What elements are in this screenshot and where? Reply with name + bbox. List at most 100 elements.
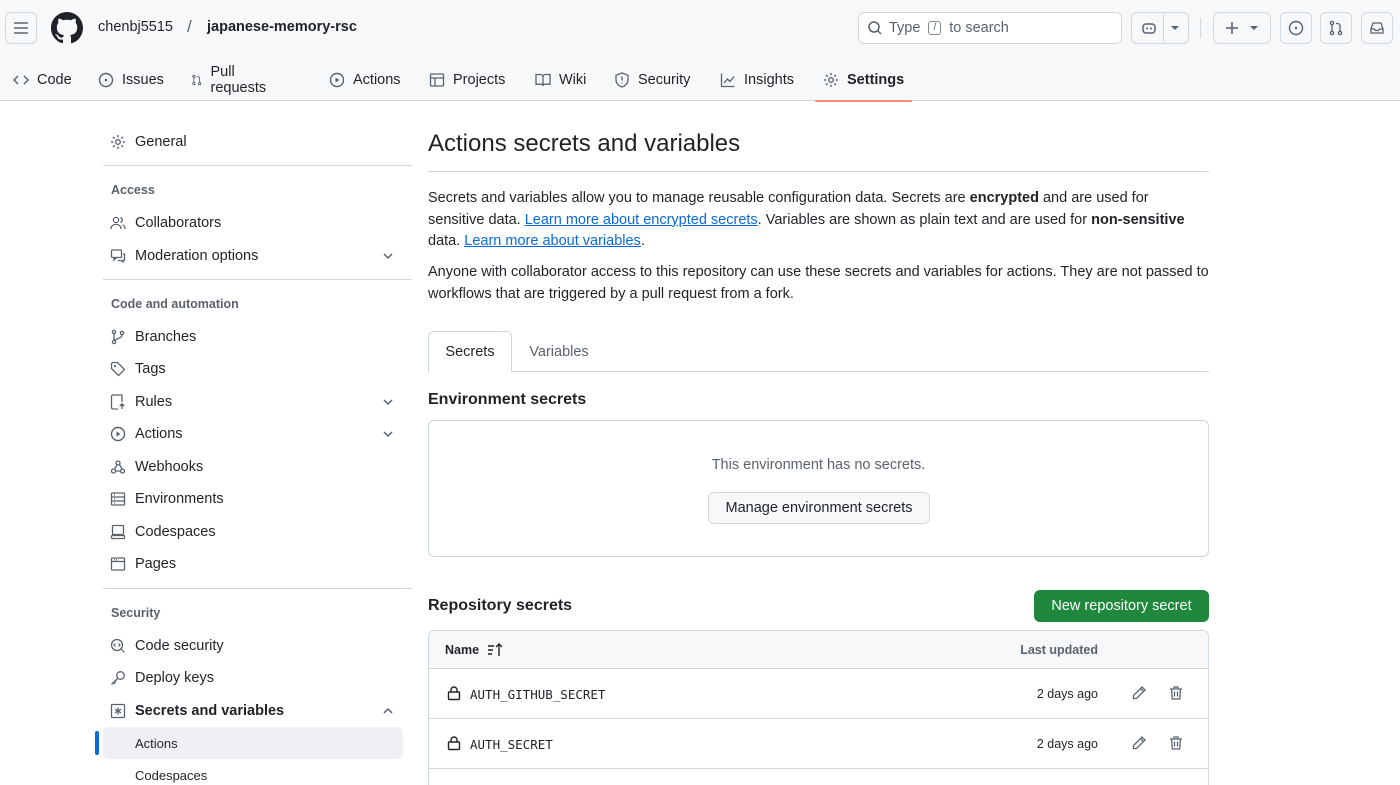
sidebar-item-deploy-keys[interactable]: Deploy keys (110, 662, 404, 694)
github-logo-icon[interactable] (51, 12, 83, 44)
sidebar-item-label: Collaborators (135, 215, 222, 231)
name-column-header[interactable]: Name (445, 643, 505, 657)
inbox-button[interactable] (1361, 12, 1393, 44)
repo-name-link[interactable]: japanese-memory-rsc (207, 19, 357, 35)
search-shortcut-key: / (928, 21, 942, 35)
sidebar-item-label: Branches (135, 329, 197, 345)
book-icon (535, 73, 551, 86)
lock-icon (447, 686, 461, 701)
tab-label: Wiki (559, 71, 587, 88)
new-repository-secret-button[interactable]: New repository secret (1034, 590, 1209, 622)
sidebar-item-secrets-variables[interactable]: Secrets and variables (110, 695, 404, 727)
manage-environment-secrets-button[interactable]: Manage environment secrets (708, 492, 930, 524)
tab-secrets[interactable]: Secrets (428, 331, 512, 373)
copilot-button[interactable] (1131, 12, 1189, 44)
sidebar-item-pages[interactable]: Pages (110, 548, 404, 580)
search-input[interactable]: Type / to search (858, 12, 1122, 44)
asterisk-box-icon (110, 703, 126, 719)
sidebar-subitem-actions[interactable]: Actions (103, 727, 403, 759)
sidebar-item-environments[interactable]: Environments (110, 483, 404, 515)
issues-button[interactable] (1280, 12, 1312, 44)
encrypted-secrets-link[interactable]: Learn more about encrypted secrets (525, 212, 758, 228)
inbox-icon (1370, 22, 1384, 34)
copilot-icon (1141, 23, 1156, 34)
search-placeholder-after: to search (949, 20, 1009, 36)
sidebar-item-label: Pages (135, 556, 177, 572)
pencil-icon[interactable] (1131, 685, 1147, 701)
chevron-down-icon (383, 253, 393, 260)
tab-code[interactable]: Code (5, 58, 80, 101)
issue-icon (98, 72, 114, 87)
pull-requests-button[interactable] (1320, 12, 1352, 44)
sidebar-item-code-security[interactable]: Code security (110, 630, 404, 662)
tab-label: Code (37, 71, 72, 88)
intro-text: . Variables are shown as plain text and … (757, 211, 1092, 228)
sidebar-item-actions[interactable]: Actions (110, 418, 404, 450)
sidebar-item-webhooks[interactable]: Webhooks (110, 451, 404, 483)
intro-bold-encrypted: encrypted (969, 190, 1039, 206)
plus-icon (1226, 22, 1238, 34)
column-label: Name (445, 643, 480, 657)
chevron-down-icon (383, 399, 393, 406)
secret-last-updated: 2 days ago (1036, 737, 1098, 751)
empty-state-text: This environment has no secrets. (711, 457, 926, 473)
codescan-icon (110, 638, 125, 653)
secret-last-updated: 2 days ago (1036, 687, 1098, 701)
sidebar-item-label: Tags (135, 361, 166, 377)
tab-wiki[interactable]: Wiki (527, 58, 594, 101)
tab-security[interactable]: Security (606, 58, 698, 101)
tab-label: Settings (847, 71, 905, 88)
sidebar-divider (103, 588, 412, 589)
page-title: Actions secrets and variables (428, 130, 741, 157)
sidebar-item-label: Code security (135, 638, 224, 654)
sidebar-item-label: General (135, 134, 187, 150)
sidebar-item-moderation[interactable]: Moderation options (110, 240, 404, 272)
access-paragraph: Anyone with collaborator access to this … (428, 264, 1209, 302)
pencil-icon[interactable] (1131, 735, 1147, 751)
variables-link[interactable]: Learn more about variables (464, 233, 641, 249)
path-separator: / (187, 17, 192, 36)
table-row: AUTH_SECRET 2 days ago (429, 719, 1208, 769)
sidebar-item-label: Deploy keys (135, 670, 214, 686)
tab-issues[interactable]: Issues (90, 58, 172, 101)
tab-label: Actions (353, 71, 401, 88)
tab-insights[interactable]: Insights (712, 58, 802, 101)
secret-name: AUTH_SECRET (470, 737, 553, 752)
table-icon (429, 72, 445, 87)
sidebar-item-general[interactable]: General (110, 126, 404, 158)
sidebar-item-collaborators[interactable]: Collaborators (110, 207, 404, 239)
gear-icon (824, 72, 838, 87)
sidebar-item-rules[interactable]: Rules (110, 386, 404, 418)
tab-pull-requests[interactable]: Pull requests (183, 58, 279, 101)
sort-icon (488, 643, 503, 656)
sidebar-item-label: Actions (135, 426, 183, 442)
sidebar-heading-code-automation: Code and automation (111, 297, 239, 311)
sidebar-subitem-codespaces[interactable]: Codespaces (103, 759, 403, 785)
sidebar-item-codespaces[interactable]: Codespaces (110, 516, 404, 548)
sidebar-item-tags[interactable]: Tags (110, 353, 404, 385)
secret-name: AUTH_GITHUB_SECRET (470, 687, 606, 702)
environment-secrets-box: This environment has no secrets. Manage … (428, 420, 1209, 557)
create-new-button[interactable] (1213, 12, 1271, 44)
sidebar-item-label: Webhooks (135, 459, 204, 475)
tab-actions[interactable]: Actions (321, 58, 409, 101)
tab-variables[interactable]: Variables (514, 331, 604, 372)
server-icon (110, 492, 126, 506)
tab-projects[interactable]: Projects (421, 58, 513, 101)
search-icon (868, 21, 882, 35)
tab-settings[interactable]: Settings (815, 58, 913, 102)
repository-secrets-heading: Repository secrets (428, 597, 573, 614)
sidebar-divider (103, 165, 412, 166)
play-icon (110, 426, 126, 442)
key-icon (111, 671, 125, 685)
sidebar-item-label: Moderation options (135, 248, 259, 264)
trash-icon[interactable] (1168, 685, 1184, 701)
repo-owner-link[interactable]: chenbj5515 (98, 19, 173, 35)
pull-request-icon (1329, 20, 1343, 36)
lock-icon (447, 736, 461, 751)
menu-button[interactable] (5, 12, 37, 44)
trash-icon[interactable] (1168, 735, 1184, 751)
sidebar-heading-security: Security (111, 606, 161, 620)
intro-text: . (640, 233, 645, 249)
sidebar-item-branches[interactable]: Branches (110, 321, 404, 353)
